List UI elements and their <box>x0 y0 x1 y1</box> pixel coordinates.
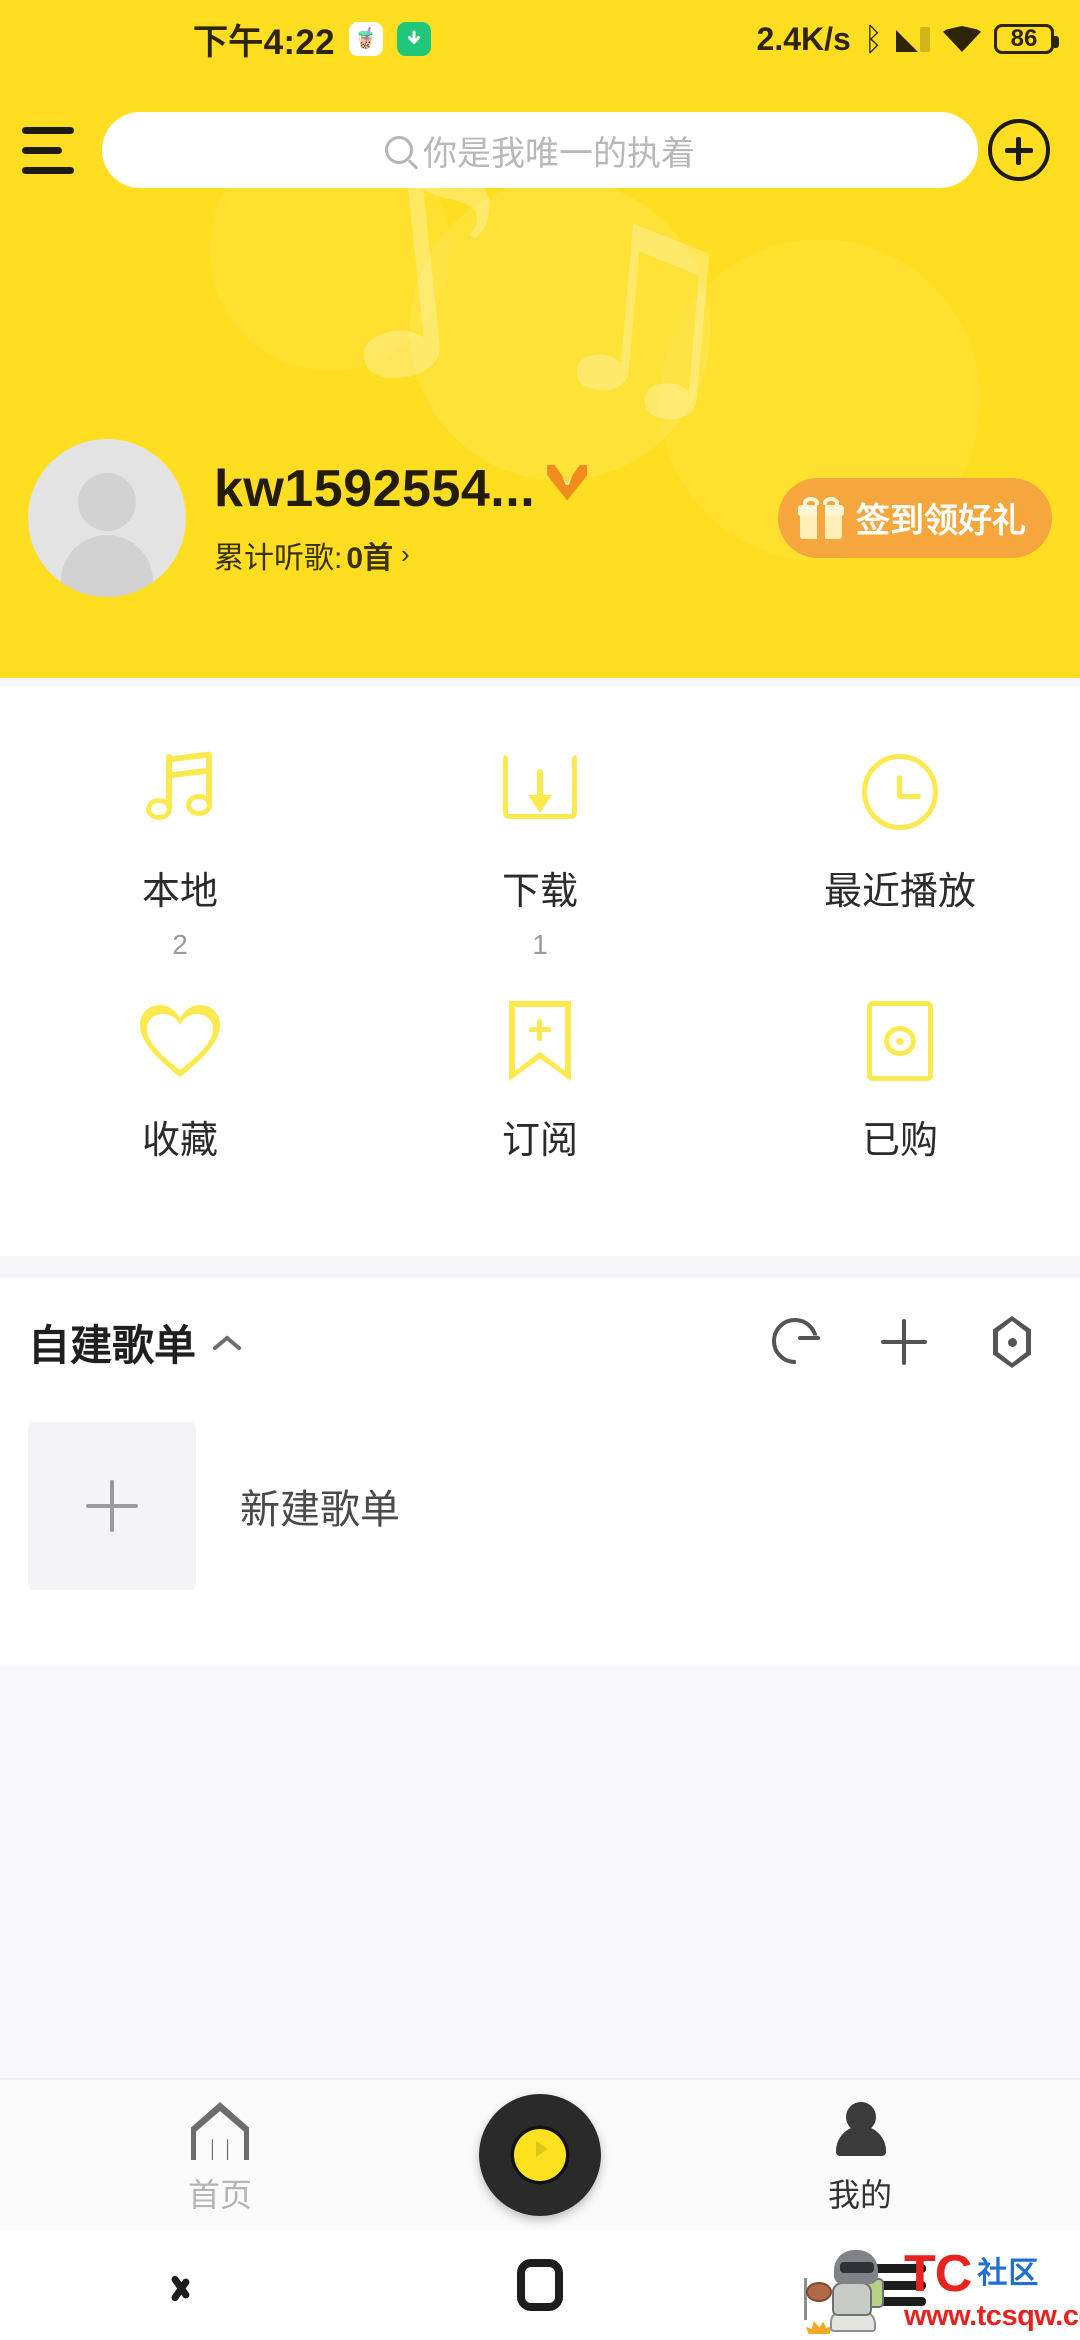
sync-icon[interactable] <box>768 1314 824 1370</box>
cellular-signal-icon <box>896 26 930 52</box>
purchased-disc-icon <box>867 995 933 1087</box>
watermark-brand-suffix: 社区 <box>977 2256 1040 2290</box>
download-indicator-icon <box>396 22 431 56</box>
battery-level: 86 <box>1010 25 1038 52</box>
chevron-up-icon[interactable] <box>212 1329 238 1355</box>
tab-mine[interactable]: 我的 <box>640 2094 1080 2216</box>
battery-icon: 86 <box>994 24 1059 54</box>
header-search-row: 你是我唯一的执着 <box>0 95 1080 205</box>
person-icon <box>832 2094 888 2160</box>
avatar[interactable] <box>28 438 186 597</box>
drink-app-icon: 🧋 <box>348 22 383 56</box>
quick-item-label: 本地 <box>141 871 218 913</box>
now-playing-button[interactable] <box>479 2094 601 2216</box>
vinyl-record-icon[interactable] <box>440 2094 640 2216</box>
listen-stats-label: 累计听歌: <box>214 541 343 575</box>
download-tray-icon <box>503 746 577 838</box>
quick-item-count: 2 <box>172 929 188 960</box>
playlist-actions <box>768 1314 1052 1370</box>
quick-item-subscriptions[interactable]: 订阅 <box>360 995 720 1212</box>
nav-back-icon <box>167 2263 193 2307</box>
tab-home-label: 首页 <box>187 2177 252 2213</box>
section-divider <box>0 1256 1080 1278</box>
quick-item-favorites[interactable]: 收藏 <box>0 995 360 1212</box>
empty-content-area <box>0 1666 1080 2078</box>
pubg-character-icon <box>804 2244 900 2336</box>
gift-icon <box>798 496 844 539</box>
quick-item-local[interactable]: 本地 2 <box>0 746 360 963</box>
plus-circle-icon[interactable] <box>988 119 1050 181</box>
tab-home[interactable]: 首页 <box>0 2094 440 2216</box>
quick-item-download[interactable]: 下载 1 <box>360 746 720 963</box>
network-speed: 2.4K/s <box>756 20 851 57</box>
plus-thumbnail-icon <box>28 1422 196 1590</box>
profile-text: kw1592554... V 累计听歌: 0首 › <box>214 459 778 577</box>
bookmark-plus-icon <box>509 995 571 1087</box>
status-time: 下午4:22 <box>193 22 335 62</box>
quick-grid-row: 本地 2 下载 1 最近播放 <box>0 686 1080 963</box>
wifi-icon <box>943 26 981 52</box>
watermark: TC 社区 www.tcsqw.com <box>804 2242 1080 2338</box>
list-item[interactable]: 新建歌单 <box>0 1406 1080 1606</box>
status-bar-right: 2.4K/s ᛒ 86 <box>756 0 1059 78</box>
hamburger-menu-icon[interactable] <box>0 95 96 205</box>
quick-item-label: 收藏 <box>141 1120 218 1162</box>
quick-item-label: 已购 <box>861 1120 938 1162</box>
quick-item-label: 最近播放 <box>823 871 976 913</box>
search-input[interactable]: 你是我唯一的执着 <box>102 112 978 188</box>
playlist-section: 自建歌单 新建歌单 <box>0 1278 1080 1666</box>
quick-item-purchased[interactable]: 已购 <box>720 995 1080 1212</box>
signin-button-label: 签到领好礼 <box>856 502 1026 540</box>
hexagon-settings-icon[interactable] <box>984 1314 1040 1370</box>
profile-section: kw1592554... V 累计听歌: 0首 › 签到领好礼 <box>0 430 1080 605</box>
nav-home-button[interactable] <box>360 2259 720 2311</box>
listen-stats[interactable]: 累计听歌: 0首 › <box>214 533 778 577</box>
watermark-text: TC 社区 www.tcsqw.com <box>904 2248 1080 2333</box>
listen-stats-count: 0首 <box>346 541 394 575</box>
search-icon <box>385 136 413 164</box>
quick-item-label: 订阅 <box>501 1120 578 1162</box>
bluetooth-icon: ᛒ <box>863 20 883 58</box>
bottom-tab-bar: 首页 我的 <box>0 2078 1080 2230</box>
plus-icon[interactable] <box>876 1314 932 1370</box>
vip-badge[interactable]: V <box>547 464 588 501</box>
nav-home-icon <box>517 2259 563 2311</box>
watermark-url: www.tcsqw.com <box>904 2299 1080 2332</box>
nav-back-button[interactable] <box>0 2263 360 2307</box>
signin-button[interactable]: 签到领好礼 <box>778 477 1052 558</box>
search-placeholder: 你是我唯一的执着 <box>423 134 695 173</box>
playlist-item-name: 新建歌单 <box>240 1488 400 1532</box>
playlist-section-title: 自建歌单 <box>28 1321 197 1369</box>
quick-access-grid: 本地 2 下载 1 最近播放 收藏 订阅 已购 <box>0 686 1080 1256</box>
status-bar: 下午4:22 🧋 2.4K/s ᛒ 86 <box>0 0 1080 78</box>
home-icon <box>191 2094 249 2160</box>
music-note-icon <box>144 746 216 838</box>
clock-icon <box>862 746 938 838</box>
username-row[interactable]: kw1592554... V <box>214 459 778 519</box>
quick-item-count: 1 <box>532 929 548 960</box>
chevron-right-icon: › <box>401 539 410 569</box>
username: kw1592554... <box>214 459 536 518</box>
quick-grid-row: 收藏 订阅 已购 <box>0 963 1080 1212</box>
quick-item-recent[interactable]: 最近播放 <box>720 746 1080 963</box>
status-bar-left: 下午4:22 🧋 <box>193 0 431 78</box>
tab-mine-label: 我的 <box>827 2177 892 2213</box>
music-note-watermark-icon: ♫ <box>528 172 758 457</box>
playlist-section-header: 自建歌单 <box>0 1278 1080 1406</box>
watermark-brand: TC <box>904 2244 972 2303</box>
quick-item-label: 下载 <box>501 871 578 913</box>
heart-icon <box>140 995 220 1087</box>
